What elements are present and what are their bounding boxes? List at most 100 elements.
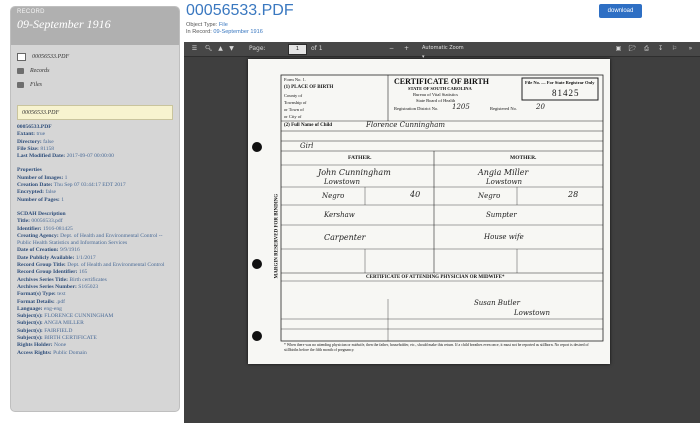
district-number: 1205 bbox=[452, 103, 470, 111]
registered-number-label: Registered No. bbox=[490, 106, 517, 111]
midwife-town: Lowstown bbox=[514, 309, 550, 317]
father-residence: Lowstown bbox=[324, 178, 360, 186]
meta-row: Identifier: 1916-081425 bbox=[17, 225, 73, 232]
meta-row: Record Group Identifier: 165 bbox=[17, 269, 88, 276]
registered-number: 20 bbox=[536, 103, 545, 111]
folder-icon bbox=[17, 82, 24, 88]
file-number: 81425 bbox=[552, 88, 580, 98]
in-record-link[interactable]: 09-September 1916 bbox=[213, 29, 262, 35]
meta-row: Subject(s): ANGIA MILLER bbox=[17, 320, 84, 327]
place-of-birth-label: (1) PLACE OF BIRTH bbox=[284, 85, 334, 90]
child-name: Florence Cunningham bbox=[366, 121, 446, 129]
in-record: In Record: 09-September 1916 bbox=[186, 29, 263, 35]
tree-item-files-label: Files bbox=[30, 82, 42, 88]
midwife-name: Susan Butler bbox=[474, 299, 520, 307]
meta-row: Last Modified Date: 2017-09-07 00:00:00 bbox=[17, 153, 114, 160]
zoom-out-icon[interactable]: − bbox=[387, 45, 396, 53]
meta-row: Title: 00056533.pdf bbox=[17, 218, 63, 225]
sidebar-toggle-icon[interactable]: ☰ bbox=[190, 45, 199, 53]
mother-birthplace: Sumpter bbox=[486, 211, 517, 219]
record-date[interactable]: 09-September 1916 bbox=[17, 17, 173, 32]
board-name: State Board of Health bbox=[416, 98, 456, 103]
tree-item-files[interactable]: Files bbox=[17, 79, 173, 91]
meta-row: Creating Agency: Dept. of Health and Env… bbox=[17, 232, 163, 247]
object-type: Object Type: File bbox=[186, 22, 228, 28]
meta-row: Subject(s): BIRTH CERTIFICATE bbox=[17, 335, 97, 342]
town-label: or Town of bbox=[284, 107, 304, 112]
bureau-name: Bureau of Vital Statistics bbox=[413, 92, 459, 97]
zoom-in-icon[interactable]: + bbox=[402, 45, 411, 53]
page-title: 00056533.PDF bbox=[186, 2, 294, 19]
certificate-section-heading: CERTIFICATE OF ATTENDING PHYSICIAN OR MI… bbox=[366, 275, 505, 280]
meta-row: Number of Pages: 1 bbox=[17, 196, 64, 203]
tree-item-file-label: 00056533.PDF bbox=[32, 54, 70, 60]
selected-file[interactable]: 00056533.PDF bbox=[17, 105, 173, 120]
record-tree: 00056533.PDF Records Files bbox=[11, 45, 179, 91]
previous-page-icon[interactable]: ▲ bbox=[216, 45, 225, 53]
zoom-select[interactable]: Automatic Zoom ▾ bbox=[422, 44, 466, 60]
zoom-select-value: Automatic Zoom bbox=[422, 45, 464, 51]
city-label: or City of bbox=[284, 114, 302, 119]
record-header: RECORD 09-September 1916 bbox=[11, 7, 179, 45]
meta-row: Encrypted: false bbox=[17, 189, 57, 196]
page-count: of 1 bbox=[311, 45, 323, 52]
print-icon[interactable]: ⎙ bbox=[642, 45, 651, 53]
child-sex: Girl bbox=[300, 142, 314, 150]
bottom-note: * When there was no attending physician … bbox=[284, 343, 589, 352]
object-type-link[interactable]: File bbox=[219, 22, 228, 28]
pdf-viewer: ☰ 🔍︎ ▲ ▼ Page: 1 of 1 − + Automatic Zoom… bbox=[184, 42, 700, 423]
tree-item-records[interactable]: Records bbox=[17, 65, 173, 77]
certificate-page: MARGIN RESERVED FOR BINDING Form No. 1. … bbox=[248, 59, 610, 364]
mother-residence: Lowstown bbox=[486, 178, 522, 186]
tree-item-file[interactable]: 00056533.PDF bbox=[17, 51, 173, 63]
registration-district-label: Registration District No. bbox=[394, 106, 439, 111]
presentation-icon[interactable]: ▣ bbox=[614, 45, 623, 53]
page-number-input[interactable]: 1 bbox=[288, 44, 307, 55]
meta-row: Format(s) Type: text bbox=[17, 291, 66, 298]
open-file-icon[interactable]: 📂︎ bbox=[628, 45, 637, 53]
margin-note: MARGIN RESERVED FOR BINDING bbox=[274, 193, 280, 279]
mother-age: 28 bbox=[568, 190, 579, 199]
meta-row: Access Rights: Public Domain bbox=[17, 349, 87, 356]
viewer-toolbar: ☰ 🔍︎ ▲ ▼ Page: 1 of 1 − + Automatic Zoom… bbox=[184, 42, 700, 60]
meta-filename: 00056533.PDF bbox=[17, 124, 52, 130]
next-page-icon[interactable]: ▼ bbox=[227, 45, 236, 53]
meta-row: Date of Creation: 9/9/1916 bbox=[17, 247, 80, 254]
meta-row: Date Publicly Available: 1/1/2017 bbox=[17, 254, 96, 261]
download-button[interactable]: download bbox=[599, 4, 642, 18]
meta-row: Directory: false bbox=[17, 138, 54, 145]
meta-section-properties: Properties bbox=[17, 167, 42, 174]
father-birthplace: Kershaw bbox=[324, 211, 355, 219]
full-name-label: (2) Full Name of Child bbox=[284, 123, 333, 128]
find-icon[interactable]: 🔍︎ bbox=[204, 45, 213, 53]
township-label: Township of bbox=[284, 100, 307, 105]
mother-color: Negro bbox=[478, 192, 501, 200]
meta-row: Archives Series Title: Birth certificate… bbox=[17, 276, 107, 283]
father-occupation: Carpenter bbox=[324, 233, 366, 242]
father-age: 40 bbox=[410, 190, 421, 199]
mother-occupation: House wife bbox=[484, 233, 524, 241]
meta-row: Subject(s): FAIRFIELD bbox=[17, 327, 73, 334]
father-name: John Cunningham bbox=[318, 168, 391, 177]
father-heading: FATHER. bbox=[348, 155, 372, 161]
in-record-label: In Record: bbox=[186, 29, 212, 35]
meta-row: Rights Holder: None bbox=[17, 342, 67, 349]
record-label: RECORD bbox=[17, 9, 45, 15]
meta-row: Format Details: .pdf bbox=[17, 298, 66, 305]
record-sidebar: RECORD 09-September 1916 00056533.PDF Re… bbox=[10, 6, 180, 412]
meta-row: Number of Images: 1 bbox=[17, 174, 68, 181]
bookmark-icon[interactable]: ⚐ bbox=[670, 45, 679, 53]
tools-icon[interactable]: » bbox=[686, 45, 695, 53]
download-icon[interactable]: ↧ bbox=[656, 45, 665, 53]
certificate-title: CERTIFICATE OF BIRTH bbox=[394, 77, 490, 86]
form-number: Form No. 1. bbox=[284, 77, 307, 82]
meta-row: Record Group Title: Dept. of Health and … bbox=[17, 262, 165, 269]
state-name: STATE OF SOUTH CAROLINA bbox=[408, 86, 472, 91]
mother-name: Angia Miller bbox=[478, 168, 529, 177]
tree-item-records-label: Records bbox=[30, 68, 50, 74]
metadata-panel: 00056533.PDF Extant: true Directory: fal… bbox=[11, 120, 179, 357]
father-color: Negro bbox=[322, 192, 345, 200]
meta-row: Extant: true bbox=[17, 131, 46, 138]
file-icon bbox=[17, 53, 26, 61]
mother-heading: MOTHER. bbox=[510, 155, 537, 161]
